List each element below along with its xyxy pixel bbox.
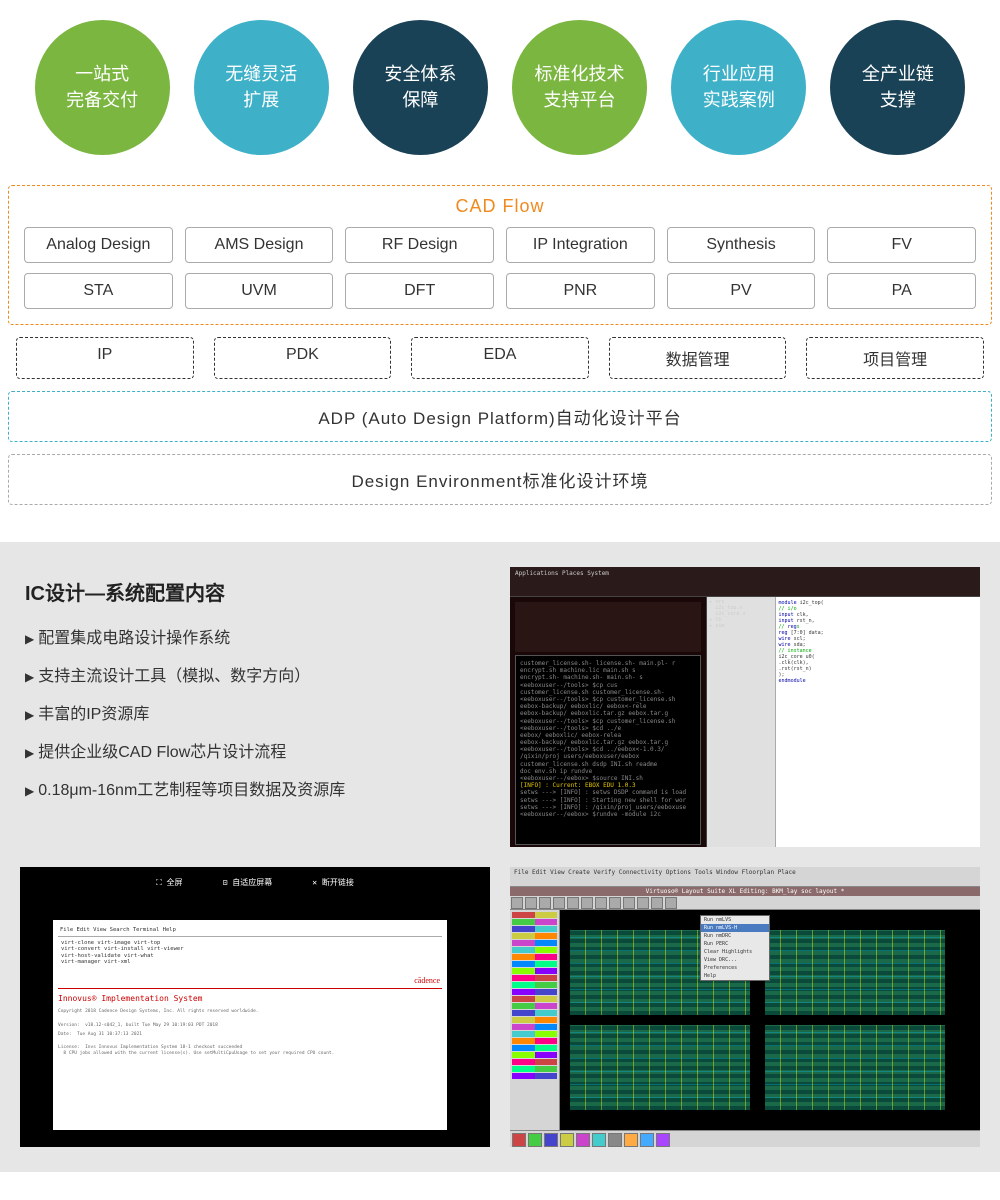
- cell-projmgmt: 项目管理: [806, 337, 984, 379]
- layout-canvas: Run nmLVSRun nmLVS-HRun nmDRCRun PERCCle…: [560, 910, 980, 1130]
- terminal-window: customer_license.sh- license.sh- main.pl…: [515, 655, 701, 845]
- desktop-area: [515, 602, 701, 652]
- cadence-logo: cādence: [58, 974, 442, 989]
- cell-pnr: PNR: [506, 273, 655, 309]
- design-env-box: Design Environment标准化设计环境: [8, 454, 992, 505]
- product-title: Innovus® Implementation System: [58, 994, 442, 1004]
- circle-6: 全产业链支撑: [830, 20, 965, 155]
- context-menu: Run nmLVSRun nmLVS-HRun nmDRCRun PERCCle…: [700, 915, 770, 981]
- cell-sta: STA: [24, 273, 173, 309]
- layout-title: Virtuoso® Layout Suite XL Editing: BKM_l…: [510, 887, 980, 896]
- cad-flow-row2: STA UVM DFT PNR PV PA: [24, 273, 976, 309]
- terminal-window: File Edit View Search Terminal Help virt…: [53, 920, 447, 1130]
- middle-row: IP PDK EDA 数据管理 项目管理: [8, 337, 992, 379]
- cell-ip-int: IP Integration: [506, 227, 655, 263]
- cad-flow-row1: Analog Design AMS Design RF Design IP In…: [24, 227, 976, 263]
- screenshot-layout-editor: File Edit View Create Verify Connectivit…: [510, 867, 980, 1147]
- info-title: IC设计—系统配置内容: [25, 577, 485, 606]
- info-item: 支持主流设计工具（模拟、数字方向）: [25, 662, 485, 686]
- cell-datamgmt: 数据管理: [609, 337, 787, 379]
- cell-uvm: UVM: [185, 273, 334, 309]
- editor-sidebar: ▸ src i2c_top.v i2c_core.v▸ tb▸ sim: [707, 597, 775, 847]
- adp-box: ADP (Auto Design Platform)自动化设计平台: [8, 391, 992, 442]
- cell-ams: AMS Design: [185, 227, 334, 263]
- layout-menu: File Edit View Create Verify Connectivit…: [510, 867, 980, 887]
- screenshot-innovus: ⛶ 全屏 ⊡ 自适应屏幕 ✕ 断开链接 File Edit View Searc…: [20, 867, 490, 1147]
- circle-4: 标准化技术支持平台: [512, 20, 647, 155]
- cell-dft: DFT: [345, 273, 494, 309]
- desktop-panel: Applications Places System: [510, 567, 980, 597]
- circle-5: 行业应用实践案例: [671, 20, 806, 155]
- screenshot-terminal-editor: Applications Places System customer_lice…: [510, 567, 980, 847]
- layout-toolbar-bottom: [510, 1130, 980, 1147]
- circle-1: 一站式完备交付: [35, 20, 170, 155]
- cell-rf: RF Design: [345, 227, 494, 263]
- viewer-controls: ⛶ 全屏 ⊡ 自适应屏幕 ✕ 断开链接: [23, 870, 487, 905]
- cad-flow-title: CAD Flow: [24, 196, 976, 217]
- info-item: 配置集成电路设计操作系统: [25, 624, 485, 648]
- info-item: 0.18μm-16nm工艺制程等项目数据及资源库: [25, 776, 485, 800]
- cell-pa: PA: [827, 273, 976, 309]
- cell-fv: FV: [827, 227, 976, 263]
- code-editor: module i2c_top( // i/o input clk, input …: [776, 597, 980, 847]
- circle-3: 安全体系保障: [353, 20, 488, 155]
- bottom-section: IC设计—系统配置内容 配置集成电路设计操作系统 支持主流设计工具（模拟、数字方…: [0, 542, 1000, 1172]
- cad-flow-box: CAD Flow Analog Design AMS Design RF Des…: [8, 185, 992, 325]
- cell-pdk: PDK: [214, 337, 392, 379]
- cell-ip: IP: [16, 337, 194, 379]
- info-item: 提供企业级CAD Flow芯片设计流程: [25, 738, 485, 762]
- info-list: 配置集成电路设计操作系统 支持主流设计工具（模拟、数字方向） 丰富的IP资源库 …: [25, 624, 485, 800]
- info-item: 丰富的IP资源库: [25, 700, 485, 724]
- circle-2: 无缝灵活扩展: [194, 20, 329, 155]
- cell-analog: Analog Design: [24, 227, 173, 263]
- architecture-diagram: CAD Flow Analog Design AMS Design RF Des…: [0, 185, 1000, 542]
- layer-palette: [510, 910, 560, 1130]
- cell-synth: Synthesis: [667, 227, 816, 263]
- cell-pv: PV: [667, 273, 816, 309]
- feature-circles: 一站式完备交付 无缝灵活扩展 安全体系保障 标准化技术支持平台 行业应用实践案例…: [0, 0, 1000, 185]
- cell-eda: EDA: [411, 337, 589, 379]
- info-text: IC设计—系统配置内容 配置集成电路设计操作系统 支持主流设计工具（模拟、数字方…: [20, 567, 490, 847]
- layout-toolbar: [510, 896, 980, 910]
